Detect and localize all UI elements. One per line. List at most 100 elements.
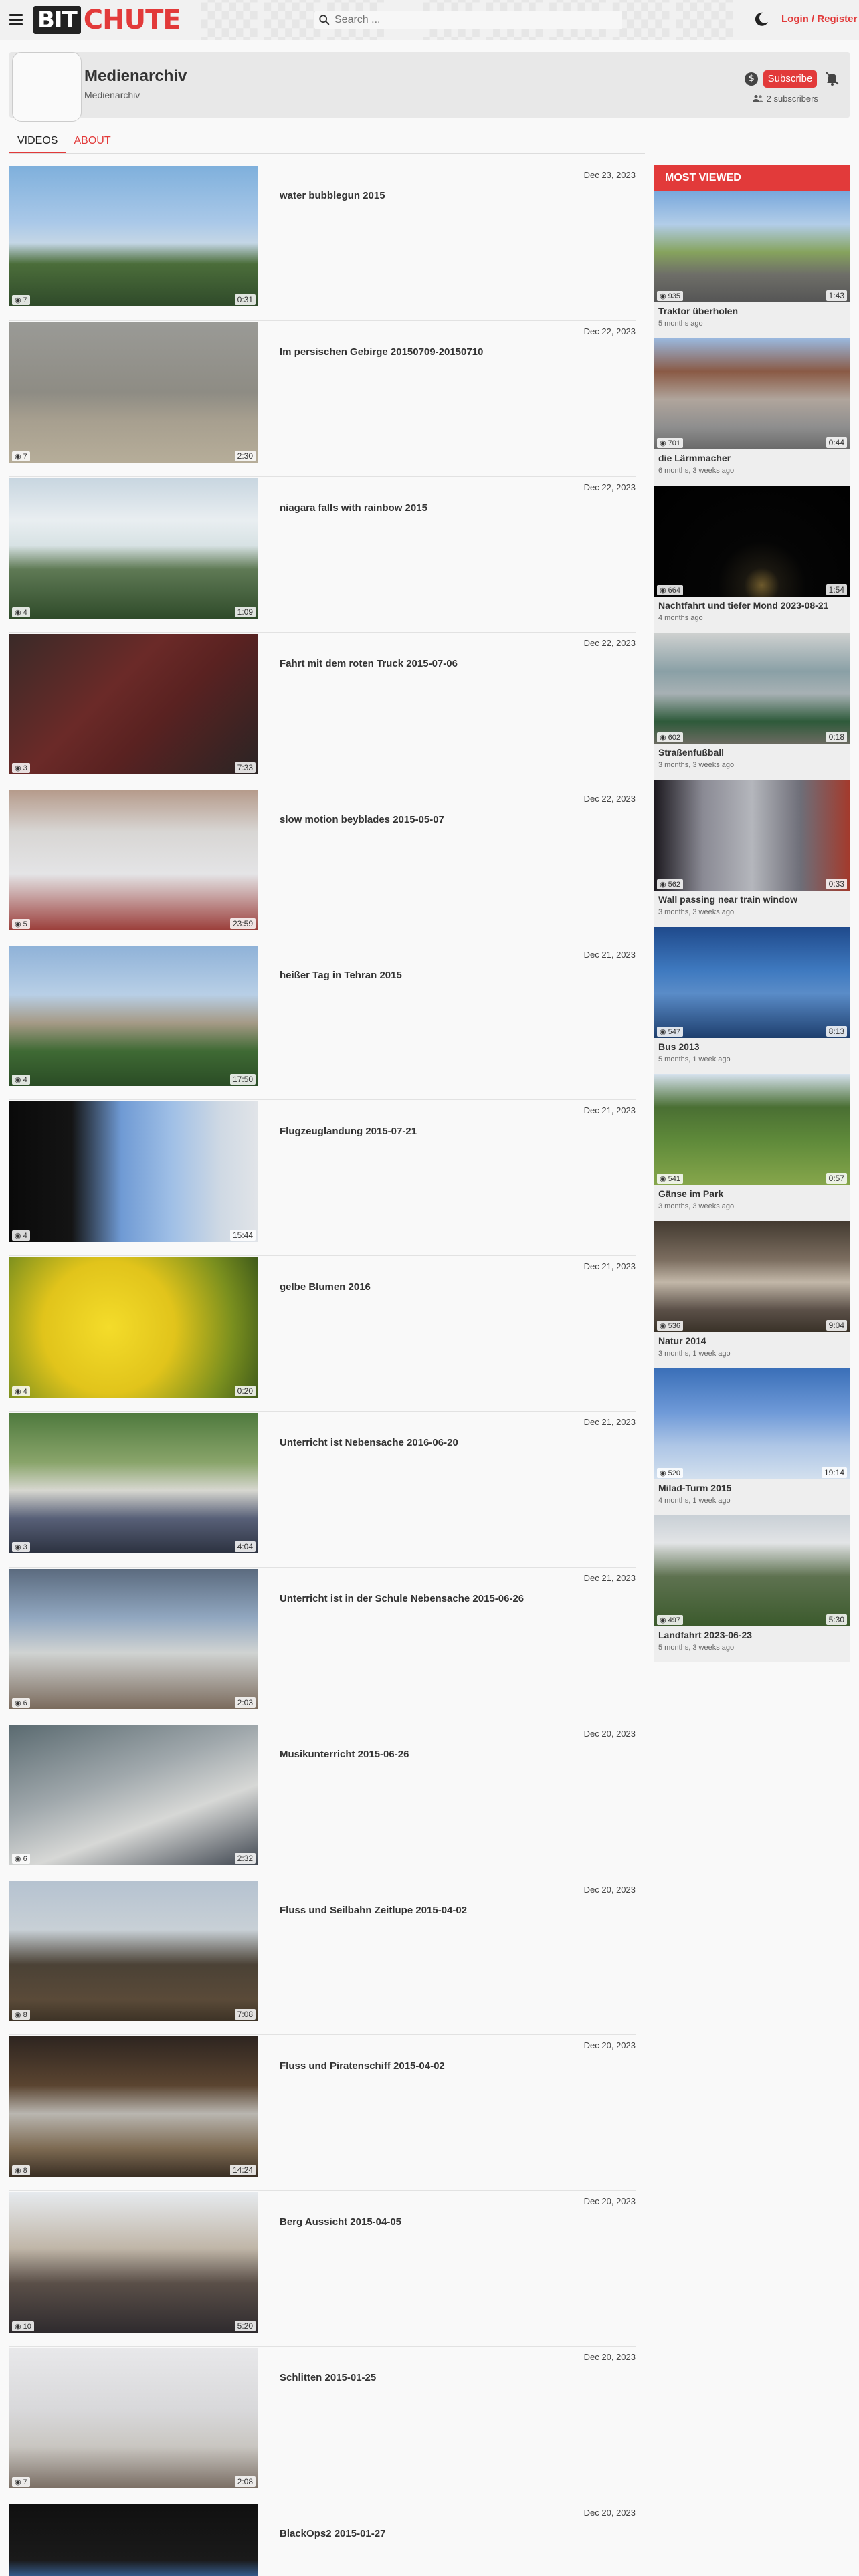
sidebar-video-title[interactable]: Bus 2013: [658, 1041, 699, 1052]
view-count: ◉ 4: [12, 607, 30, 617]
video-thumbnail[interactable]: ◉ 7 2:30: [9, 322, 258, 463]
sidebar-video-title[interactable]: Milad-Turm 2015: [658, 1483, 731, 1493]
video-row: ◉ 6 2:03 Dec 21, 2023 Unterricht ist in …: [9, 1567, 636, 1723]
video-row: ◉ 8 7:08 Dec 20, 2023 Fluss und Seilbahn…: [9, 1879, 636, 2034]
video-duration: 9:04: [826, 1320, 847, 1331]
moon-icon[interactable]: [753, 11, 770, 28]
sidebar-video-title[interactable]: Landfahrt 2023-06-23: [658, 1630, 752, 1640]
view-count-text: 8: [23, 2011, 27, 2019]
video-date: Dec 22, 2023: [583, 638, 636, 648]
video-title[interactable]: Musikunterricht 2015-06-26: [280, 1749, 409, 1760]
sidebar-video-title[interactable]: Traktor überholen: [658, 306, 738, 316]
channel-name[interactable]: Medienarchiv: [84, 67, 187, 86]
search-input[interactable]: [335, 14, 602, 26]
tab-about[interactable]: ABOUT: [66, 132, 118, 154]
sidebar-video-thumbnail[interactable]: ◉ 562 0:33: [654, 780, 850, 891]
site-logo[interactable]: BIT CHUTE: [33, 5, 181, 35]
video-title[interactable]: heißer Tag in Tehran 2015: [280, 970, 402, 981]
sidebar-video-thumbnail[interactable]: ◉ 701 0:44: [654, 338, 850, 449]
view-count-text: 4: [23, 1388, 27, 1396]
sidebar-video-thumbnail[interactable]: ◉ 497 5:30: [654, 1515, 850, 1626]
video-thumbnail[interactable]: ◉ 6 2:32: [9, 1725, 258, 1865]
video-thumbnail[interactable]: ◉ 6 2:03: [9, 1569, 258, 1709]
video-title[interactable]: Unterricht ist Nebensache 2016-06-20: [280, 1437, 458, 1448]
eye-icon: ◉: [15, 764, 21, 772]
video-title[interactable]: Flugzeuglandung 2015-07-21: [280, 1125, 417, 1137]
video-date: Dec 20, 2023: [583, 1885, 636, 1895]
sidebar-video-title[interactable]: Wall passing near train window: [658, 894, 797, 905]
video-duration: 7:08: [234, 2009, 256, 2020]
view-count: ◉ 935: [657, 291, 684, 301]
subscriber-count-text: 2 subscribers: [766, 94, 818, 104]
video-title[interactable]: Fahrt mit dem roten Truck 2015-07-06: [280, 658, 458, 669]
view-count-text: 520: [668, 1469, 681, 1477]
view-count-text: 8: [23, 2167, 27, 2175]
sidebar-video-thumbnail[interactable]: ◉ 536 9:04: [654, 1221, 850, 1332]
video-title[interactable]: Schlitten 2015-01-25: [280, 2372, 376, 2383]
video-title[interactable]: slow motion beyblades 2015-05-07: [280, 814, 444, 825]
video-duration: 0:44: [826, 437, 847, 448]
video-date: Dec 22, 2023: [583, 482, 636, 492]
search-box[interactable]: [314, 11, 622, 29]
sidebar-video-title[interactable]: Straßenfußball: [658, 747, 724, 758]
video-title[interactable]: Berg Aussicht 2015-04-05: [280, 2216, 401, 2228]
video-duration: 2:03: [234, 1697, 256, 1708]
video-date: Dec 20, 2023: [583, 2040, 636, 2050]
video-row: ◉ 7 2:30 Dec 22, 2023 Im persischen Gebi…: [9, 320, 636, 476]
video-thumbnail[interactable]: ◉ 7 0:31: [9, 166, 258, 306]
video-title[interactable]: Fluss und Seilbahn Zeitlupe 2015-04-02: [280, 1905, 467, 1916]
video-title[interactable]: water bubblegun 2015: [280, 190, 385, 201]
video-title[interactable]: gelbe Blumen 2016: [280, 1281, 371, 1293]
video-thumbnail[interactable]: ◉ 10 5:20: [9, 2192, 258, 2333]
login-register-link[interactable]: Login / Register: [781, 13, 857, 25]
video-thumbnail[interactable]: ◉ 4 1:09: [9, 478, 258, 619]
eye-icon: ◉: [660, 292, 666, 300]
video-thumbnail[interactable]: ◉ 3 7:33: [9, 634, 258, 774]
search-icon[interactable]: [318, 14, 330, 26]
sidebar-video-thumbnail[interactable]: ◉ 664 1:54: [654, 486, 850, 597]
hamburger-menu-icon[interactable]: [9, 14, 23, 25]
video-row: ◉ 4 15:44 Dec 21, 2023 Flugzeuglandung 2…: [9, 1099, 636, 1255]
view-count: ◉ 4: [12, 1386, 30, 1396]
sidebar-video-thumbnail[interactable]: ◉ 935 1:43: [654, 191, 850, 302]
video-thumbnail[interactable]: ◉ 4 15:44: [9, 1101, 258, 1242]
video-thumbnail[interactable]: ◉ 7 2:08: [9, 2348, 258, 2488]
coin-icon[interactable]: $: [745, 72, 758, 86]
sidebar-video-title[interactable]: die Lärmmacher: [658, 453, 731, 463]
sidebar-video-title[interactable]: Natur 2014: [658, 1335, 706, 1346]
eye-icon: ◉: [660, 1616, 666, 1624]
video-title[interactable]: BlackOps2 2015-01-27: [280, 2528, 385, 2539]
sidebar-video-thumbnail[interactable]: ◉ 520 19:14: [654, 1368, 850, 1479]
video-row: ◉ 5 23:59 Dec 22, 2023 slow motion beybl…: [9, 788, 636, 944]
view-count-text: 541: [668, 1175, 681, 1183]
video-duration: 0:57: [826, 1173, 847, 1184]
sidebar-video-item: ◉ 547 8:13 Bus 2013 5 months, 1 week ago: [654, 927, 850, 1074]
video-thumbnail[interactable]: ◉ 4 17:50: [9, 946, 258, 1086]
sidebar-video-title[interactable]: Gänse im Park: [658, 1188, 723, 1199]
sidebar-video-thumbnail[interactable]: ◉ 602 0:18: [654, 633, 850, 744]
sidebar-video-thumbnail[interactable]: ◉ 541 0:57: [654, 1074, 850, 1185]
video-thumbnail[interactable]: [9, 2504, 258, 2576]
video-thumbnail[interactable]: ◉ 5 23:59: [9, 790, 258, 930]
video-duration: 0:20: [234, 1386, 256, 1396]
video-title[interactable]: Im persischen Gebirge 20150709-20150710: [280, 346, 483, 358]
video-title[interactable]: Unterricht ist in der Schule Nebensache …: [280, 1593, 524, 1604]
tab-videos[interactable]: VIDEOS: [9, 132, 66, 154]
video-thumbnail[interactable]: ◉ 4 0:20: [9, 1257, 258, 1398]
video-title[interactable]: niagara falls with rainbow 2015: [280, 502, 427, 514]
view-count: ◉ 5: [12, 919, 30, 929]
subscribe-button[interactable]: Subscribe: [763, 70, 817, 88]
bell-off-icon[interactable]: [824, 70, 840, 86]
video-duration: 2:08: [234, 2476, 256, 2487]
video-date: Dec 21, 2023: [583, 1105, 636, 1115]
eye-icon: ◉: [15, 609, 21, 617]
sidebar-video-thumbnail[interactable]: ◉ 547 8:13: [654, 927, 850, 1038]
channel-avatar[interactable]: [12, 52, 82, 122]
video-thumbnail[interactable]: ◉ 8 14:24: [9, 2036, 258, 2177]
video-row: ◉ 4 1:09 Dec 22, 2023 niagara falls with…: [9, 476, 636, 632]
sidebar-video-title[interactable]: Nachtfahrt und tiefer Mond 2023-08-21: [658, 600, 828, 611]
video-thumbnail[interactable]: ◉ 8 7:08: [9, 1881, 258, 2021]
view-count: ◉ 3: [12, 1542, 30, 1552]
video-title[interactable]: Fluss und Piratenschiff 2015-04-02: [280, 2060, 445, 2072]
video-thumbnail[interactable]: ◉ 3 4:04: [9, 1413, 258, 1553]
